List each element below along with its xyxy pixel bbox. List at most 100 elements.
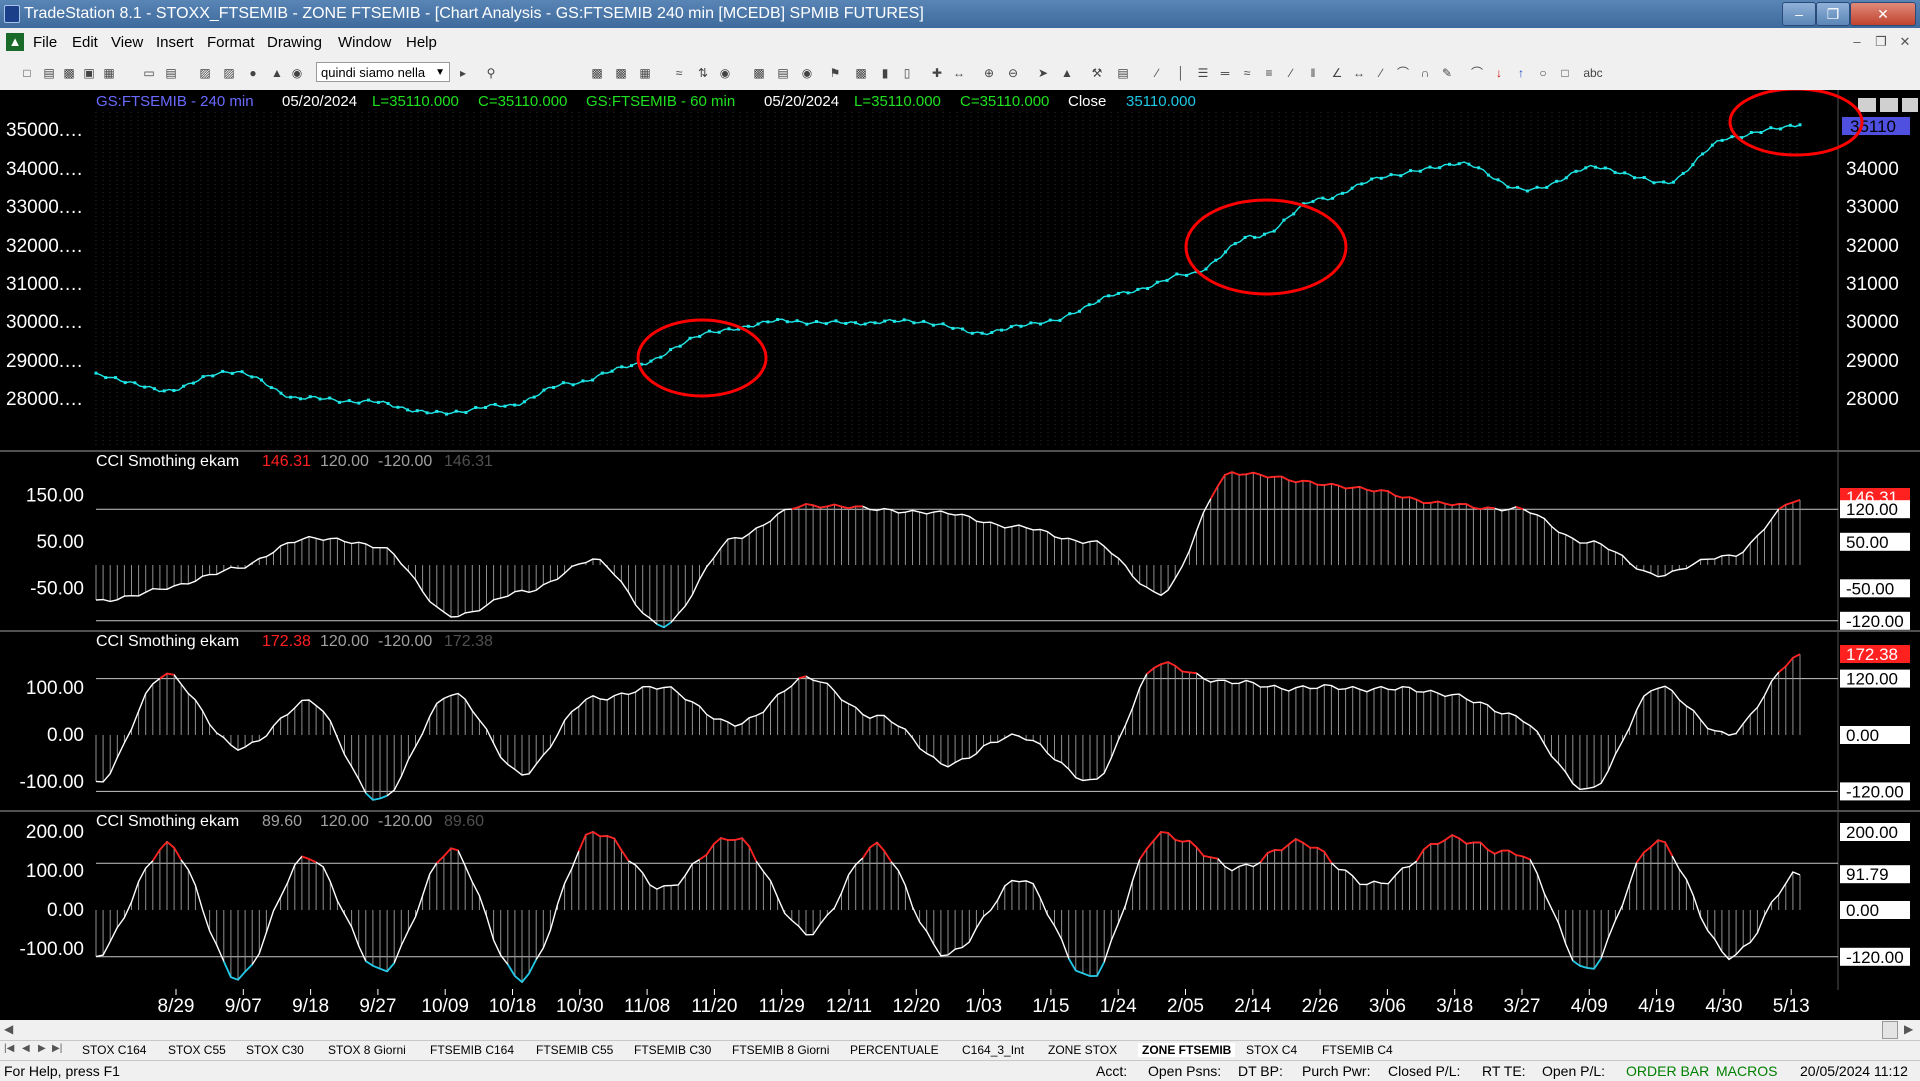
minimize-icon[interactable]: – — [1782, 2, 1816, 26]
mdi-minimize-icon[interactable]: – — [1848, 33, 1866, 51]
quote-icon[interactable]: ▩ — [614, 66, 628, 80]
scan-icon[interactable]: ◉ — [718, 66, 732, 80]
radar-icon[interactable]: ◉ — [800, 66, 814, 80]
tab-ftsemib-c30[interactable]: FTSEMIB C30 — [634, 1043, 711, 1057]
menu-window[interactable]: Window — [338, 34, 391, 51]
pointer-icon[interactable]: ➤ — [1036, 66, 1050, 80]
candle-icon[interactable]: ▮ — [878, 66, 892, 80]
copy-icon[interactable]: ▦ — [102, 66, 116, 80]
tab-next-icon[interactable]: ▶ — [38, 1043, 46, 1054]
mdi-close-icon[interactable]: ✕ — [1896, 33, 1914, 51]
tab-ftsemib-8-giorni[interactable]: FTSEMIB 8 Giorni — [732, 1043, 829, 1057]
window2-icon[interactable]: ▨ — [222, 66, 236, 80]
arc-icon[interactable]: ⌒ — [1396, 66, 1410, 80]
page-icon[interactable]: ▣ — [82, 66, 96, 80]
zoom-in-icon[interactable]: ⊕ — [982, 66, 996, 80]
parallel-icon[interactable]: ∕ — [1374, 66, 1388, 80]
ellipse-icon[interactable]: ○ — [1536, 66, 1550, 80]
close-icon[interactable]: ✕ — [1850, 2, 1916, 26]
zoom-out-icon[interactable]: ⊖ — [1006, 66, 1020, 80]
speedline-icon[interactable]: ∕ — [1284, 66, 1298, 80]
tab-stox-8-giorni[interactable]: STOX 8 Giorni — [328, 1043, 406, 1057]
scroll-thumb[interactable] — [1882, 1021, 1898, 1039]
cycle-icon[interactable]: ∩ — [1418, 66, 1432, 80]
gann-icon[interactable]: ∠ — [1330, 66, 1344, 80]
bar-chart-icon[interactable]: ▩ — [854, 66, 868, 80]
cursor-data-icon[interactable]: ▲ — [1060, 66, 1074, 80]
menu-format[interactable]: Format — [207, 34, 255, 51]
pane-restore-icon[interactable] — [1880, 98, 1898, 112]
status-macros[interactable]: MACROS — [1716, 1063, 1777, 1079]
text-icon[interactable]: abc — [1582, 66, 1604, 80]
arrow-down-icon[interactable]: ↓ — [1492, 66, 1506, 80]
tab-c164-3-int[interactable]: C164_3_Int — [962, 1043, 1024, 1057]
restore-icon[interactable]: ❐ — [1816, 2, 1850, 26]
pane-minimize-icon[interactable] — [1858, 98, 1876, 112]
menu-insert[interactable]: Insert — [156, 34, 194, 51]
menu-file[interactable]: File — [33, 34, 57, 51]
horizontal-lines-icon[interactable]: ☰ — [1196, 66, 1210, 80]
ohlc-icon[interactable]: ▯ — [900, 66, 914, 80]
tab-first-icon[interactable]: |◀ — [4, 1043, 14, 1054]
chart-area[interactable]: GS:FTSEMIB - 240 min 05/20/2024 L=35110.… — [0, 90, 1920, 1030]
tab-ftsemib-c55[interactable]: FTSEMIB C55 — [536, 1043, 613, 1057]
tab-prev-icon[interactable]: ◀ — [22, 1043, 30, 1054]
play-icon[interactable]: ▸ — [456, 66, 470, 80]
menu-help[interactable]: Help — [406, 34, 437, 51]
tab-last-icon[interactable]: ▶| — [52, 1043, 62, 1054]
tools-icon[interactable]: ▲ — [270, 66, 284, 80]
curve-icon[interactable]: ⌒ — [1470, 66, 1484, 80]
new-icon[interactable]: □ — [20, 66, 34, 80]
crosshair-icon[interactable]: ✚ — [930, 66, 944, 80]
tab-ftsemib-c4[interactable]: FTSEMIB C4 — [1322, 1043, 1393, 1057]
tab-percentuale[interactable]: PERCENTUALE — [850, 1043, 939, 1057]
arrow-up-icon[interactable]: ↑ — [1514, 66, 1528, 80]
format-icon[interactable]: ▤ — [1116, 66, 1130, 80]
tab-ftsemib-c164[interactable]: FTSEMIB C164 — [430, 1043, 514, 1057]
tab-stox-c30[interactable]: STOX C30 — [246, 1043, 304, 1057]
channel-icon[interactable]: ═ — [1218, 66, 1232, 80]
tab-stox-c55[interactable]: STOX C55 — [168, 1043, 226, 1057]
workspace-combo[interactable]: quindi siamo nella ▼ — [316, 62, 450, 82]
status-order-bar[interactable]: ORDER BAR — [1626, 1063, 1709, 1079]
print-icon[interactable]: ▭ — [142, 66, 156, 80]
pen-icon[interactable]: ✎ — [1440, 66, 1454, 80]
print-preview-icon[interactable]: ▤ — [164, 66, 178, 80]
strategy-icon[interactable]: ⇅ — [696, 66, 710, 80]
tab-zone-stox[interactable]: ZONE STOX — [1048, 1043, 1117, 1057]
scroll-right-icon[interactable]: ▶ — [1904, 1022, 1913, 1036]
price-bar — [990, 331, 993, 334]
window-icon[interactable]: ▨ — [198, 66, 212, 80]
regression-icon[interactable]: ≈ — [1240, 66, 1254, 80]
menu-edit[interactable]: Edit — [72, 34, 98, 51]
range-icon[interactable]: ↔ — [1352, 66, 1366, 80]
wrench-icon[interactable]: ⚒ — [1090, 66, 1104, 80]
vertical-line-icon[interactable]: │ — [1174, 66, 1188, 80]
measure-icon[interactable]: ↔ — [952, 66, 966, 80]
andrews-icon[interactable]: ‖ — [1306, 66, 1320, 80]
mdi-restore-icon[interactable]: ❐ — [1872, 33, 1890, 51]
globe-icon[interactable]: ◉ — [290, 66, 304, 80]
cci2-upper: 120.00 — [320, 633, 369, 650]
menu-drawing[interactable]: Drawing — [267, 34, 322, 51]
search-icon[interactable]: ⚲ — [484, 66, 498, 80]
table-icon[interactable]: ▦ — [638, 66, 652, 80]
menu-view[interactable]: View — [111, 34, 143, 51]
flag-icon[interactable]: ⚑ — [828, 66, 842, 80]
layout-icon[interactable]: ▤ — [776, 66, 790, 80]
indicator-icon[interactable]: ≈ — [672, 66, 686, 80]
pane-close-icon[interactable] — [1902, 98, 1918, 112]
tab-stox-c4[interactable]: STOX C4 — [1246, 1043, 1297, 1057]
rectangle-icon[interactable]: □ — [1558, 66, 1572, 80]
horizontal-scrollbar[interactable]: ◀ ▶ — [0, 1020, 1920, 1040]
fibonacci-icon[interactable]: ≡ — [1262, 66, 1276, 80]
open-icon[interactable]: ▤ — [42, 66, 56, 80]
trendline-icon[interactable]: ∕ — [1150, 66, 1164, 80]
lock-icon[interactable]: ● — [246, 66, 260, 80]
tab-zone-ftsemib[interactable]: ZONE FTSEMIB — [1138, 1043, 1235, 1057]
chart-icon[interactable]: ▩ — [590, 66, 604, 80]
bars-icon[interactable]: ▩ — [752, 66, 766, 80]
tab-stox-c164[interactable]: STOX C164 — [82, 1043, 146, 1057]
scroll-left-icon[interactable]: ◀ — [4, 1022, 13, 1036]
save-icon[interactable]: ▩ — [62, 66, 76, 80]
